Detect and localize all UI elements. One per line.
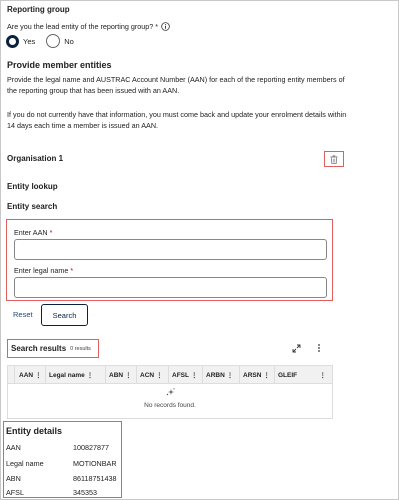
col-aan[interactable]: AAN ⋮ [16,366,46,384]
entity-lookup-title: Entity lookup [7,182,58,191]
col-legal-name-label: Legal name [49,371,85,379]
col-afsl[interactable]: AFSL ⋮ [169,366,203,384]
expand-icon[interactable] [292,344,301,353]
legal-name-input[interactable] [14,277,327,298]
radio-no[interactable] [46,34,61,48]
col-gleif-menu[interactable]: ⋮ [320,371,327,379]
search-results-count: 0 results [70,345,91,352]
member-entities-title: Provide member entities [7,60,112,70]
col-aan-menu[interactable]: ⋮ [35,371,42,379]
member-entities-para1: Provide the legal name and AUSTRAC Accou… [7,75,345,95]
detail-key-abn: ABN [6,474,21,483]
table-header-spacer [8,366,15,384]
detail-value-abn: 86118751438 [73,474,117,483]
aan-input[interactable] [14,239,327,260]
detail-key-legal-name: Legal name [6,459,44,468]
col-legal-name[interactable]: Legal name ⋮ [46,366,106,384]
more-vertical-icon[interactable] [317,343,321,353]
legal-name-required-mark: * [70,266,74,275]
col-acn[interactable]: ACN ⋮ [137,366,169,384]
delete-organisation-button[interactable] [324,151,344,167]
col-acn-label: ACN [140,371,155,379]
col-aan-label: AAN [19,371,34,379]
entity-details-title: Entity details [6,426,63,436]
col-arbn-menu[interactable]: ⋮ [227,371,234,379]
col-gleif[interactable]: GLEIF ⋮ [275,366,332,384]
sparkle-icon [166,387,176,397]
empty-results-text: No records found. [144,402,196,409]
col-acn-menu[interactable]: ⋮ [156,371,163,379]
col-legal-name-menu[interactable]: ⋮ [87,371,94,379]
results-table: AAN ⋮ Legal name ⋮ ABN ⋮ ACN ⋮ AFSL ⋮ ARBN ⋮ A… [7,365,333,419]
detail-value-afsl: 345353 [73,488,97,497]
col-arsn-label: ARSN [243,371,262,379]
col-arbn-label: ARBN [206,371,225,379]
col-abn-menu[interactable]: ⋮ [125,371,132,379]
table-header-row: AAN ⋮ Legal name ⋮ ABN ⋮ ACN ⋮ AFSL ⋮ ARBN ⋮ A… [8,366,332,384]
col-abn-label: ABN [109,371,124,379]
search-results-title: Search results [11,344,67,353]
aan-label-text: Enter AAN [14,228,48,237]
lead-entity-question: Are you the lead entity of the reporting… [7,22,170,31]
search-results-header: Search results 0 results [7,339,99,358]
reset-link[interactable]: Reset [13,310,33,319]
col-arbn[interactable]: ARBN ⋮ [203,366,240,384]
radio-yes[interactable] [6,34,19,48]
col-afsl-label: AFSL [172,371,189,379]
radio-no-label: No [64,36,74,46]
aan-label: Enter AAN * [14,228,52,237]
reporting-group-title: Reporting group [7,5,70,14]
search-results-panel: Search results 0 results AAN ⋮ Legal name… [5,337,333,419]
radio-yes-label: Yes [23,36,36,46]
detail-value-legal-name: MOTIONBAR [73,459,117,468]
col-arsn[interactable]: ARSN ⋮ [240,366,275,384]
aan-required-mark: * [49,228,53,237]
member-entities-para2: If you do not currently have that inform… [7,110,347,130]
search-button[interactable]: Search [41,304,88,326]
col-afsl-menu[interactable]: ⋮ [191,371,198,379]
trash-icon [330,154,338,164]
entity-details-panel: Entity details AAN 100827877 Legal name … [3,421,122,498]
info-circle-icon[interactable] [161,22,170,31]
required-mark: * [155,22,159,31]
legal-name-label-text: Enter legal name [14,266,69,275]
organisation-title: Organisation 1 [7,154,64,163]
lead-entity-question-text: Are you the lead entity of the reporting… [7,22,154,31]
entity-search-title: Entity search [7,202,58,211]
detail-key-afsl: AFSL [6,488,24,497]
detail-key-aan: AAN [6,443,21,452]
col-abn[interactable]: ABN ⋮ [106,366,137,384]
detail-value-aan: 100827877 [73,443,109,452]
legal-name-label: Enter legal name * [14,266,73,275]
col-gleif-label: GLEIF [278,371,298,379]
entity-search-form: Enter AAN * Enter legal name * [6,219,333,301]
col-arsn-menu[interactable]: ⋮ [263,371,270,379]
lead-entity-radio-group: Yes No [6,34,74,48]
